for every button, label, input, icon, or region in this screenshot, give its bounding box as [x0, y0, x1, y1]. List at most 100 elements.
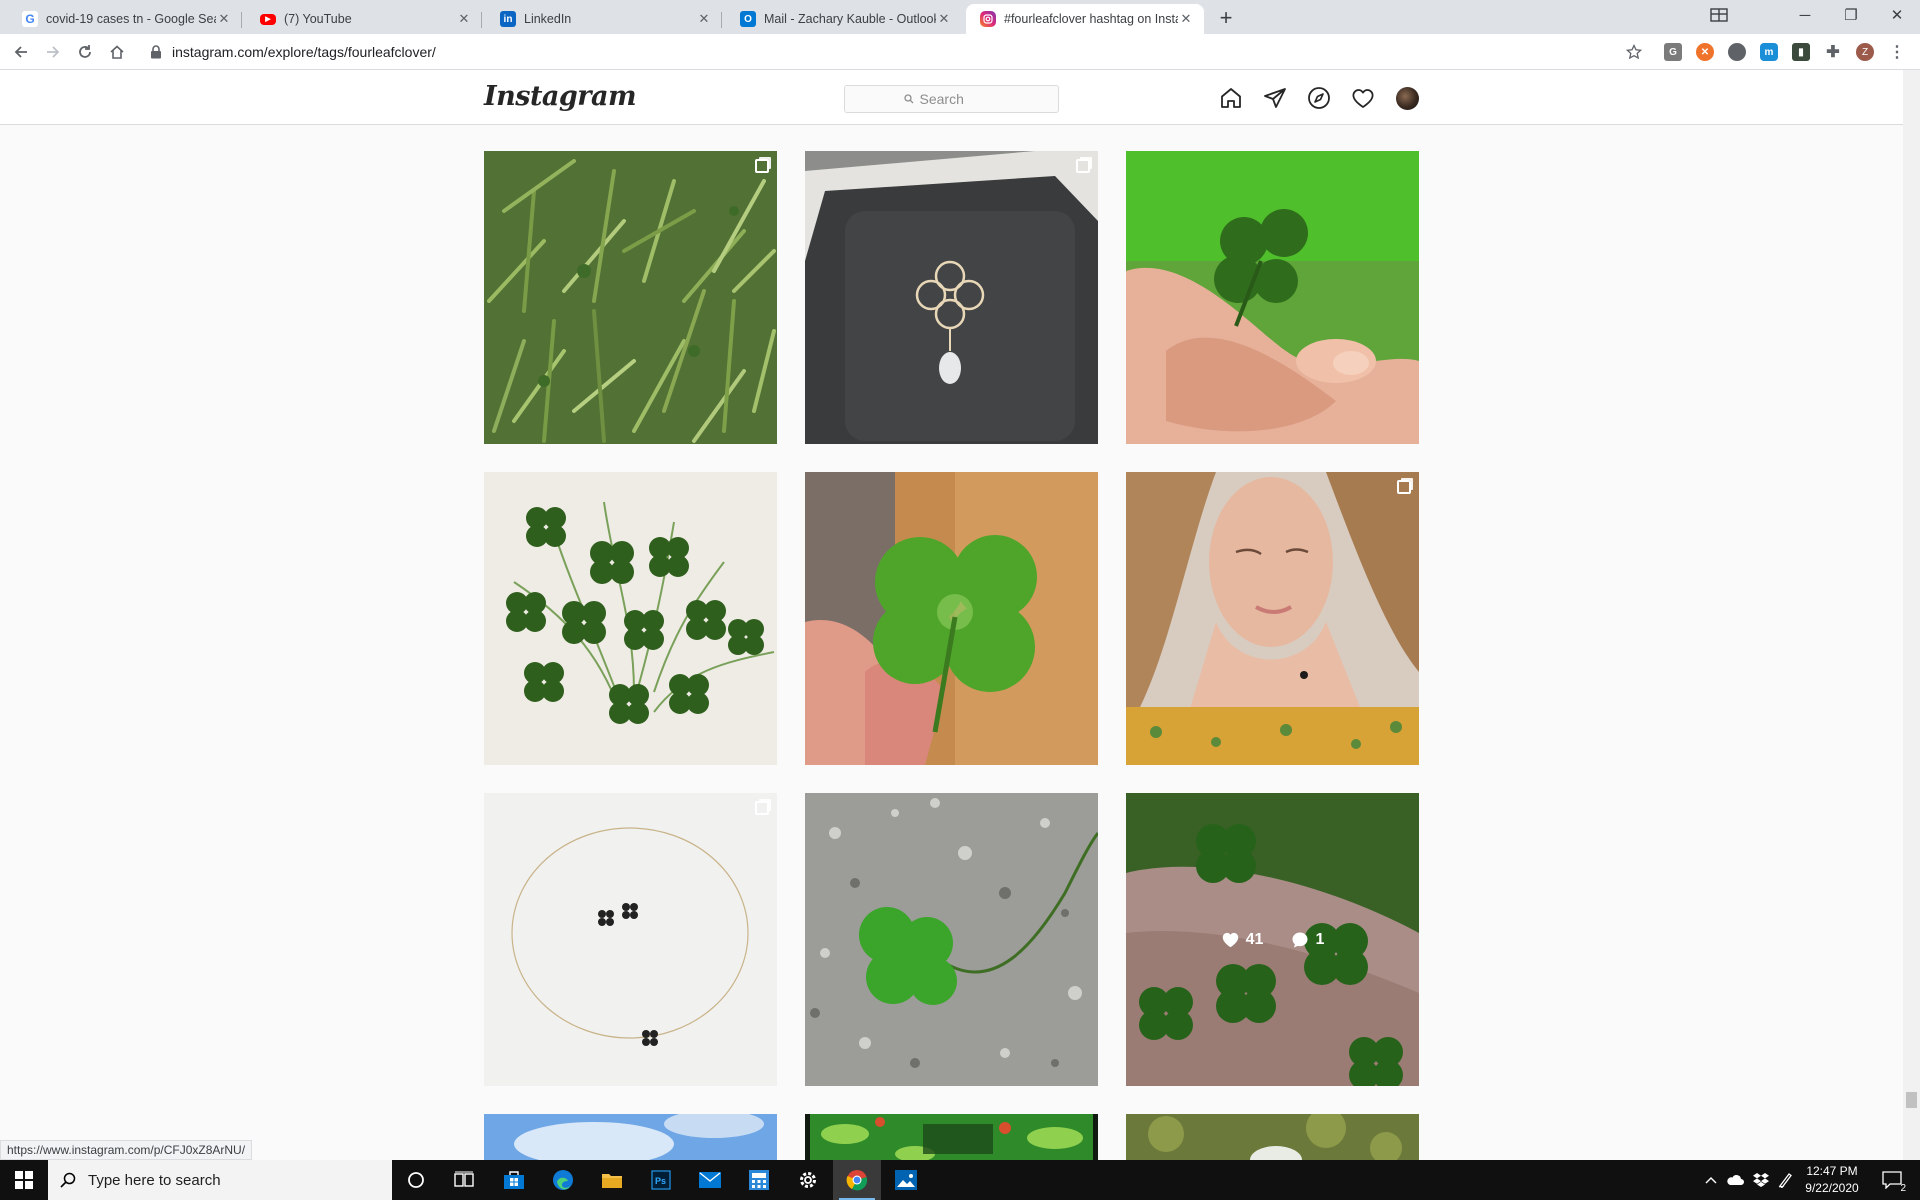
post-image-clover-fingers	[1126, 151, 1419, 444]
post-tile[interactable]	[484, 472, 777, 765]
post-image-moss	[1126, 1114, 1419, 1160]
search-input[interactable]	[919, 91, 1000, 107]
post-image-book-cover	[805, 1114, 1098, 1160]
close-tab-icon[interactable]: ✕	[696, 11, 712, 27]
multiple-photos-icon	[755, 159, 769, 173]
edge-browser-icon[interactable]	[539, 1160, 587, 1200]
likes-count: 41	[1245, 930, 1264, 948]
google-icon: G	[22, 11, 38, 27]
lock-icon[interactable]	[150, 45, 162, 59]
extension-circle-icon[interactable]	[1728, 43, 1746, 61]
instagram-icon	[980, 11, 996, 27]
browser-menu-icon[interactable]: ⋮	[1888, 43, 1906, 61]
start-windows-icon[interactable]	[0, 1160, 48, 1200]
dropbox-icon[interactable]	[1748, 1160, 1774, 1200]
tab-google-search[interactable]: G covid-19 cases tn - Google Search ✕	[8, 4, 242, 34]
file-explorer-icon[interactable]	[588, 1160, 636, 1200]
tab-title: covid-19 cases tn - Google Search	[46, 12, 216, 26]
youtube-icon: ▶	[260, 13, 276, 25]
direct-messages-icon[interactable]	[1262, 85, 1288, 111]
close-tab-icon[interactable]: ✕	[216, 11, 232, 27]
tab-youtube[interactable]: ▶ (7) YouTube ✕	[246, 4, 482, 34]
forward-button[interactable]	[41, 40, 65, 64]
extension-orange-icon[interactable]: ✕	[1696, 43, 1714, 61]
close-tab-icon[interactable]: ✕	[936, 11, 952, 27]
post-image-many-clovers	[484, 472, 777, 765]
search-icon	[60, 1172, 76, 1188]
grammar-extension-icon[interactable]: G	[1664, 43, 1682, 61]
instagram-header: Instagram	[0, 70, 1903, 125]
pen-workspace-icon[interactable]	[1774, 1160, 1796, 1200]
reload-button[interactable]	[73, 40, 97, 64]
tab-title: Mail - Zachary Kauble - Outlook	[764, 12, 936, 26]
notification-center-icon[interactable]: 2	[1872, 1160, 1912, 1200]
photos-app-icon[interactable]	[882, 1160, 930, 1200]
chrome-icon[interactable]	[833, 1160, 881, 1200]
calculator-icon[interactable]	[735, 1160, 783, 1200]
post-tile[interactable]	[805, 151, 1098, 444]
tab-linkedin[interactable]: in LinkedIn ✕	[486, 4, 722, 34]
post-image-clover-granite	[805, 793, 1098, 1086]
post-image-clover-pendant	[805, 151, 1098, 444]
task-view-icon[interactable]	[440, 1160, 488, 1200]
tab-search-icon[interactable]	[1696, 0, 1742, 30]
post-tile[interactable]	[484, 793, 777, 1086]
post-tile[interactable]	[805, 793, 1098, 1086]
post-tile[interactable]	[484, 1114, 777, 1160]
home-button[interactable]	[105, 40, 129, 64]
new-tab-button[interactable]: +	[1213, 6, 1239, 32]
post-image-necklace-earrings	[484, 793, 777, 1086]
system-clock[interactable]: 12:47 PM 9/22/2020	[1796, 1163, 1868, 1197]
settings-gear-icon[interactable]	[784, 1160, 832, 1200]
cortana-circle-icon[interactable]	[392, 1160, 440, 1200]
restore-button[interactable]: ❐	[1828, 0, 1874, 30]
instagram-logo[interactable]: Instagram	[484, 81, 637, 112]
tab-outlook[interactable]: O Mail - Zachary Kauble - Outlook ✕	[726, 4, 962, 34]
clock-date: 9/22/2020	[1805, 1181, 1859, 1195]
activity-heart-icon[interactable]	[1350, 85, 1376, 111]
likes-stat: 41	[1221, 930, 1264, 949]
browser-toolbar: instagram.com/explore/tags/fourleafclove…	[0, 34, 1920, 70]
bookmark-star-icon[interactable]	[1622, 40, 1646, 64]
back-button[interactable]	[9, 40, 33, 64]
post-tile[interactable]	[805, 472, 1098, 765]
taskbar-search-input[interactable]	[88, 1171, 368, 1189]
search-icon	[903, 94, 913, 104]
outlook-icon: O	[740, 11, 756, 27]
show-hidden-icons-chevron-icon[interactable]	[1700, 1160, 1722, 1200]
minimize-button[interactable]: ─	[1782, 0, 1828, 30]
post-tile[interactable]	[1126, 1114, 1419, 1160]
onedrive-cloud-icon[interactable]	[1722, 1160, 1748, 1200]
extension-blue-icon[interactable]: m	[1760, 43, 1778, 61]
svg-text:Ps: Ps	[655, 1176, 666, 1186]
profile-avatar[interactable]	[1396, 87, 1419, 110]
extensions-puzzle-icon[interactable]: ✚	[1824, 43, 1842, 61]
taskbar-search-box[interactable]	[48, 1160, 392, 1200]
post-tile[interactable]	[1126, 472, 1419, 765]
mail-icon[interactable]	[686, 1160, 734, 1200]
close-tab-icon[interactable]: ✕	[1178, 11, 1194, 27]
post-tile[interactable]	[1126, 151, 1419, 444]
multiple-photos-icon	[755, 801, 769, 815]
post-image-large-clover	[805, 472, 1098, 765]
photoshop-icon[interactable]: Ps	[637, 1160, 685, 1200]
post-tile[interactable]	[484, 151, 777, 444]
explore-compass-icon[interactable]	[1306, 85, 1332, 111]
address-bar[interactable]: instagram.com/explore/tags/fourleafclove…	[138, 37, 1635, 67]
post-tile[interactable]: 41 1	[1126, 793, 1419, 1086]
post-image-woman-necklace	[1126, 472, 1419, 765]
browser-tab-strip: G covid-19 cases tn - Google Search ✕ ▶ …	[0, 0, 1920, 34]
profile-avatar[interactable]: Z	[1856, 43, 1874, 61]
tab-instagram[interactable]: #fourleafclover hashtag on Instagram ✕	[966, 4, 1204, 34]
search-box[interactable]	[844, 85, 1059, 113]
tab-title: LinkedIn	[524, 12, 572, 26]
close-window-button[interactable]: ✕	[1874, 0, 1920, 30]
microsoft-store-icon[interactable]	[490, 1160, 538, 1200]
comment-filled-icon	[1292, 932, 1308, 947]
scrollbar-thumb[interactable]	[1906, 1092, 1917, 1108]
extension-dark-icon[interactable]: ▮	[1792, 43, 1810, 61]
post-tile[interactable]	[805, 1114, 1098, 1160]
close-tab-icon[interactable]: ✕	[456, 11, 472, 27]
home-icon[interactable]	[1218, 85, 1244, 111]
page-scrollbar[interactable]	[1903, 70, 1920, 1160]
